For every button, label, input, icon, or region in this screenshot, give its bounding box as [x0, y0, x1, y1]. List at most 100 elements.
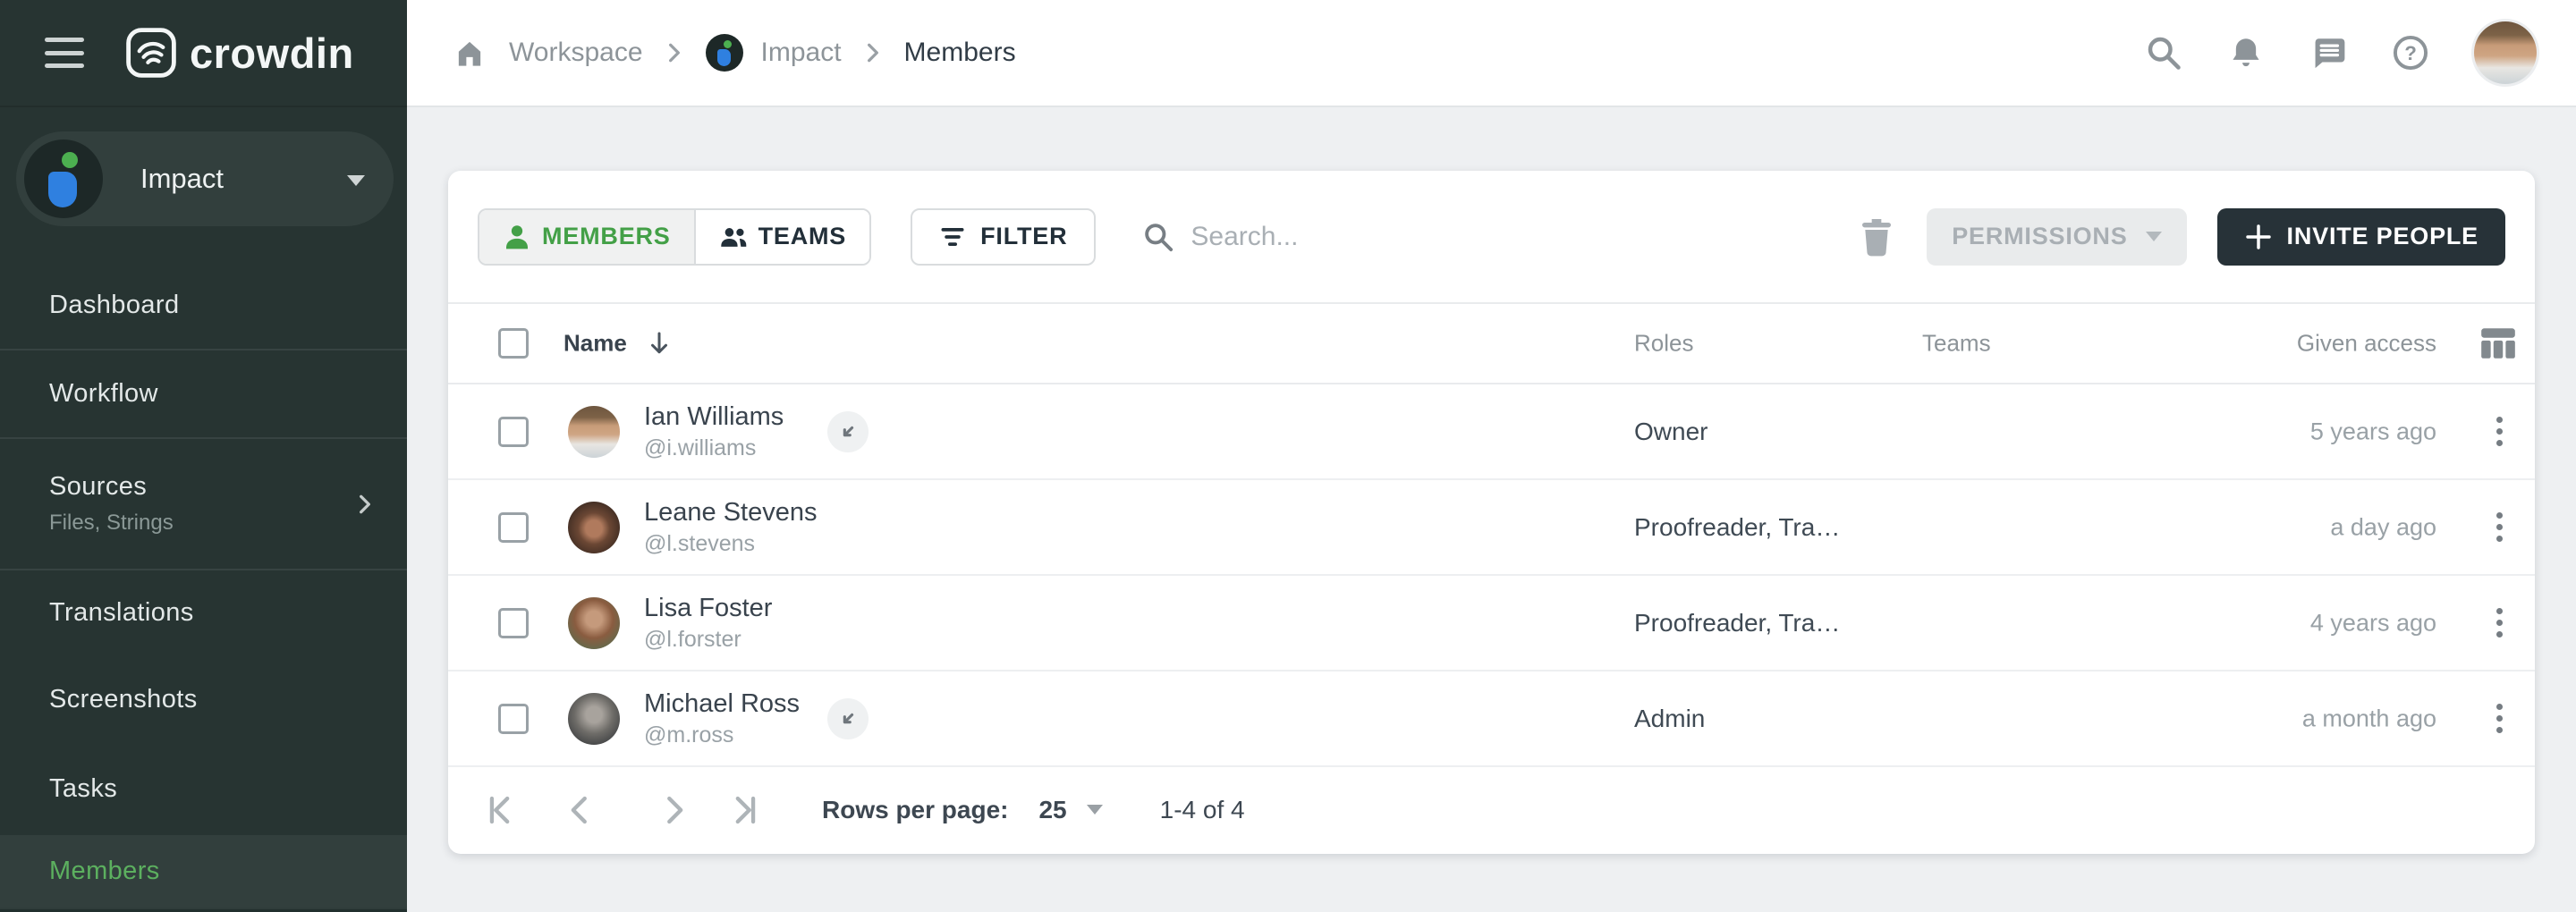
table-row: Lisa Foster @l.forster Proofreader, Tra……	[448, 576, 2535, 671]
row-checkbox[interactable]	[498, 608, 529, 638]
table-row: Ian Williams @i.williams Owner 5 years a…	[448, 384, 2535, 480]
member-name: Leane Stevens	[644, 498, 817, 528]
row-checkbox[interactable]	[498, 417, 529, 447]
pagination: Rows per page: 25 1-4 of 4	[448, 767, 2535, 852]
member-roles: Owner	[1634, 418, 1707, 446]
arrow-bottom-left-icon	[838, 709, 858, 729]
columns-settings-icon[interactable]	[2478, 323, 2519, 364]
tab-teams[interactable]: TEAMS	[696, 210, 870, 264]
filter-icon	[939, 224, 966, 250]
crowdin-logo[interactable]: crowdin	[125, 27, 354, 79]
sidebar-item-sources[interactable]: Sources Files, Strings	[0, 439, 407, 570]
breadcrumb-project[interactable]: Impact	[706, 34, 842, 72]
avatar	[568, 693, 620, 745]
hamburger-menu-icon[interactable]	[45, 38, 84, 68]
rows-per-page-label: Rows per page:	[822, 796, 1008, 824]
row-menu-kebab-icon[interactable]	[2472, 692, 2526, 746]
next-page-icon[interactable]	[654, 790, 695, 831]
member-identity: Michael Ross @m.ross	[644, 689, 800, 748]
member-given-access: a day ago	[2330, 513, 2436, 541]
members-search	[1142, 221, 1548, 253]
sidebar-item-members[interactable]: Members	[0, 835, 407, 908]
breadcrumb-members: Members	[904, 38, 1016, 68]
sidebar-nav: Dashboard Workflow Sources Files, String…	[0, 262, 407, 912]
member-username: @l.forster	[644, 627, 772, 653]
filter-button[interactable]: FILTER	[911, 208, 1096, 266]
column-header-name[interactable]: Name	[564, 330, 670, 358]
pagination-range: 1-4 of 4	[1160, 796, 1245, 824]
member-identity: Ian Williams @i.williams	[644, 402, 784, 461]
chevron-down-icon	[2146, 232, 2162, 241]
first-page-icon[interactable]	[480, 790, 521, 831]
sidebar-item-screenshots[interactable]: Screenshots	[0, 655, 407, 743]
member-username: @i.williams	[644, 435, 784, 461]
arrow-bottom-left-icon	[838, 422, 858, 442]
people-icon	[719, 223, 748, 251]
project-logo-icon	[706, 34, 743, 72]
home-icon[interactable]	[453, 38, 486, 68]
table-row: Leane Stevens @l.stevens Proofreader, Tr…	[448, 480, 2535, 576]
invite-people-button[interactable]: INVITE PEOPLE	[2217, 208, 2505, 266]
member-identity: Lisa Foster @l.forster	[644, 594, 772, 653]
member-given-access: 4 years ago	[2310, 609, 2436, 637]
row-checkbox[interactable]	[498, 704, 529, 734]
project-name: Impact	[140, 163, 224, 195]
messages-chat-icon[interactable]	[2309, 34, 2347, 72]
row-checkbox[interactable]	[498, 512, 529, 543]
last-page-icon[interactable]	[724, 790, 765, 831]
help-icon[interactable]: ?	[2392, 34, 2429, 72]
previous-page-icon[interactable]	[559, 790, 600, 831]
member-name: Lisa Foster	[644, 594, 772, 623]
notifications-bell-icon[interactable]	[2227, 34, 2265, 72]
members-toolbar: MEMBERS TEAMS FILTER	[448, 171, 2535, 304]
project-switcher[interactable]: Impact	[16, 131, 394, 226]
row-menu-kebab-icon[interactable]	[2472, 501, 2526, 554]
table-header: Name Roles Teams Given access	[448, 304, 2535, 384]
row-menu-kebab-icon[interactable]	[2472, 405, 2526, 459]
sidebar-footer	[0, 908, 407, 912]
sidebar-item-workflow[interactable]: Workflow	[0, 350, 407, 439]
search-icon[interactable]	[2145, 34, 2182, 72]
app-window: crowdin Impact Dashboard Workflow Source…	[0, 0, 2576, 912]
current-login-badge[interactable]	[827, 411, 869, 452]
table-row: Michael Ross @m.ross Admin a month ago	[448, 671, 2535, 767]
tab-members[interactable]: MEMBERS	[479, 210, 696, 264]
row-menu-kebab-icon[interactable]	[2472, 596, 2526, 650]
members-card: MEMBERS TEAMS FILTER	[448, 171, 2535, 854]
members-teams-tab-group: MEMBERS TEAMS	[478, 208, 871, 266]
sidebar-item-tasks[interactable]: Tasks	[0, 743, 407, 835]
column-header-given-access: Given access	[2297, 330, 2436, 358]
member-roles: Admin	[1634, 705, 1705, 733]
sidebar-header: crowdin	[0, 0, 407, 107]
brand-name: crowdin	[190, 29, 354, 78]
avatar	[568, 597, 620, 649]
svg-text:?: ?	[2404, 42, 2417, 64]
current-login-badge[interactable]	[827, 698, 869, 739]
person-icon	[503, 223, 531, 251]
member-identity: Leane Stevens @l.stevens	[644, 498, 817, 557]
trash-icon[interactable]	[1857, 215, 1896, 258]
sidebar-item-dashboard[interactable]: Dashboard	[0, 262, 407, 350]
member-name: Ian Williams	[644, 402, 784, 432]
plus-icon	[2244, 223, 2273, 251]
member-given-access: a month ago	[2302, 705, 2436, 732]
member-given-access: 5 years ago	[2310, 418, 2436, 445]
chevron-down-icon[interactable]	[1087, 805, 1103, 815]
permissions-button[interactable]: PERMISSIONS	[1927, 208, 2186, 266]
member-roles: Proofreader, Tra…	[1634, 513, 1840, 542]
sidebar-item-translations[interactable]: Translations	[0, 570, 407, 655]
avatar	[568, 502, 620, 553]
user-avatar[interactable]	[2474, 21, 2537, 84]
breadcrumb-workspace[interactable]: Workspace	[509, 38, 643, 68]
member-username: @m.ross	[644, 722, 800, 748]
rows-per-page-select[interactable]: 25	[1038, 796, 1066, 824]
select-all-checkbox[interactable]	[498, 328, 529, 359]
breadcrumb: Workspace Impact Members	[453, 34, 1016, 72]
member-username: @l.stevens	[644, 531, 817, 557]
search-icon	[1142, 221, 1174, 253]
crowdin-logo-icon	[125, 27, 177, 79]
search-input[interactable]	[1191, 222, 1548, 252]
toolbar-actions: PERMISSIONS INVITE PEOPLE	[1857, 208, 2505, 266]
member-roles: Proofreader, Tra…	[1634, 609, 1840, 638]
avatar	[568, 406, 620, 458]
